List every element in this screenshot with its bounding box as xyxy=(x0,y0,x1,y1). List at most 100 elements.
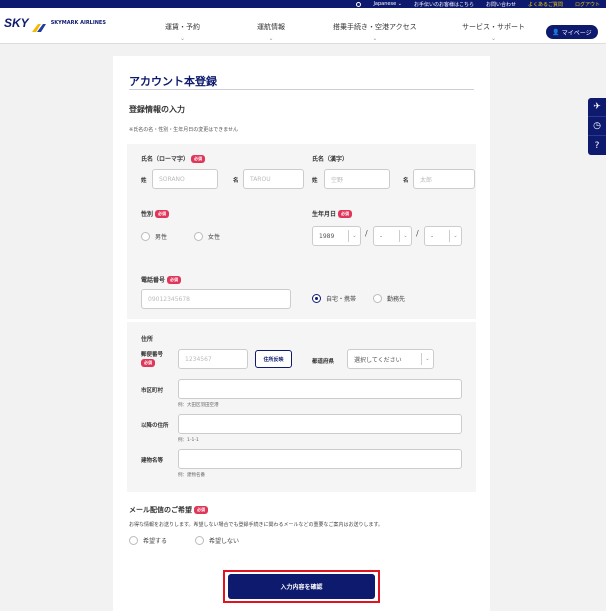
confirm-input-button[interactable]: 入力内容を確認 xyxy=(228,574,375,599)
phone-input[interactable]: 09012345678 xyxy=(141,289,291,309)
first-name-roman-input[interactable]: TAROU xyxy=(243,169,304,189)
birthdate-label: 生年月日 必須 xyxy=(312,209,353,218)
topbar-link-logout[interactable]: ログアウト xyxy=(575,1,600,8)
label-text: 電話番号 xyxy=(141,277,166,284)
radio-label: 希望する xyxy=(143,538,168,545)
chevron-down-icon: ⌄ xyxy=(268,35,274,42)
topbar-link-contact[interactable]: お問い合わせ xyxy=(486,1,516,8)
form-note: ※氏名の名・性別・生年月日の変更はできません xyxy=(129,127,239,133)
required-badge: 必須 xyxy=(155,209,170,218)
site-header: SKY SKYMARK AIRLINES 運賃・予約 ⌄ 運航情報 ⌄ 搭乗手続き・… xyxy=(0,8,606,44)
mail-opt-in-radio[interactable]: 希望する xyxy=(129,536,167,545)
mail-opt-out-radio[interactable]: 希望しない xyxy=(195,536,239,545)
label-text: 氏名（ローマ字） xyxy=(141,156,190,163)
chevron-down-icon: ⌄ xyxy=(490,35,497,42)
label-text: 生年月日 xyxy=(312,211,337,218)
first-name-kanji-label: 名 xyxy=(403,178,409,184)
gender-male-radio[interactable]: 男性 xyxy=(141,232,167,241)
first-name-kanji-input[interactable]: 太郎 xyxy=(413,169,475,189)
title-divider xyxy=(129,89,474,90)
side-tab-bar: ✈ ◷ ? xyxy=(588,98,606,155)
radio-circle xyxy=(141,232,150,241)
name-roman-label: 氏名（ローマ字） 必須 xyxy=(141,154,206,163)
radio-label: 男性 xyxy=(155,234,168,241)
topbar-link-assist[interactable]: お手伝いのお客様はこちら xyxy=(414,1,474,8)
nav-fares-booking[interactable]: 運賃・予約 ⌄ xyxy=(165,22,200,42)
street-input[interactable] xyxy=(178,414,462,434)
required-badge: 必須 xyxy=(167,275,182,284)
chevron-down-icon: ⌄ xyxy=(348,230,360,242)
label-text: メール配信のご希望 xyxy=(129,506,192,514)
first-name-roman-label: 名 xyxy=(233,178,239,184)
gender-female-radio[interactable]: 女性 xyxy=(194,232,220,241)
radio-label: 勤務先 xyxy=(387,296,406,303)
skymark-logo[interactable]: SKY SKYMARK AIRLINES xyxy=(4,16,106,32)
chevron-down-icon: ⌄ xyxy=(372,35,378,42)
nav-label: サービス・サポート xyxy=(462,23,525,31)
section-title: 登録情報の入力 xyxy=(129,105,185,114)
birth-month-select[interactable]: - ⌄ xyxy=(373,226,412,246)
phone-type-work-radio[interactable]: 勤務先 xyxy=(373,294,405,303)
mail-preference-label: メール配信のご希望 必須 xyxy=(129,505,208,515)
help-icon[interactable]: ? xyxy=(588,136,606,155)
radio-circle xyxy=(373,294,382,303)
building-label: 建物名等 xyxy=(141,458,164,464)
nav-flight-status[interactable]: 運航情報 ⌄ xyxy=(257,22,285,42)
radio-label: 女性 xyxy=(208,234,221,241)
building-input[interactable] xyxy=(178,449,462,469)
search-icon[interactable] xyxy=(356,1,362,7)
last-name-kanji-label: 姓 xyxy=(312,178,318,184)
postal-code-input[interactable]: 1234567 xyxy=(178,349,248,369)
city-label: 市区町村 xyxy=(141,388,164,394)
nav-checkin-access[interactable]: 搭乗手続き・空港アクセス ⌄ xyxy=(333,22,417,42)
phone-panel: 電話番号 必須 09012345678 自宅・携帯 勤務先 xyxy=(127,269,476,319)
language-selector[interactable]: Japanese ⌄ xyxy=(373,1,401,7)
required-badge: 必須 xyxy=(191,154,206,163)
chevron-down-icon: ⌄ xyxy=(399,230,411,242)
gender-label: 性別 必須 xyxy=(141,209,170,218)
last-name-roman-input[interactable]: SORANO xyxy=(152,169,218,189)
address-lookup-button[interactable]: 住所反映 xyxy=(255,350,292,368)
nav-service-support[interactable]: サービス・サポート ⌄ xyxy=(462,22,525,42)
street-label: 以降の住所 xyxy=(141,423,169,429)
prefecture-select[interactable]: 選択してください ⌄ xyxy=(347,349,434,369)
select-value: - xyxy=(380,232,383,240)
last-name-roman-label: 姓 xyxy=(141,178,147,184)
nav-label: 運賃・予約 xyxy=(165,23,200,31)
select-value: - xyxy=(431,232,434,240)
city-input[interactable] xyxy=(178,379,462,399)
topbar-link-faq[interactable]: よくあるご質問 xyxy=(528,1,563,8)
page-title: アカウント本登録 xyxy=(129,75,217,88)
city-hint: 例：大田区羽田空港 xyxy=(178,403,219,408)
top-utility-bar: Japanese ⌄ お手伝いのお客様はこちら お問い合わせ よくあるご質問 ロ… xyxy=(0,0,606,8)
phone-type-home-radio[interactable]: 自宅・携帯 xyxy=(312,294,356,303)
postal-code-label: 郵便番号 xyxy=(141,352,164,358)
radio-circle xyxy=(312,294,321,303)
chevron-down-icon: ⌄ xyxy=(449,230,461,242)
required-badge: 必須 xyxy=(141,359,155,367)
birth-day-select[interactable]: - ⌄ xyxy=(424,226,462,246)
personal-info-panel: 氏名（ローマ字） 必須 姓 SORANO 名 TAROU 氏名（漢字） 姓 空野 … xyxy=(127,144,476,274)
logo-sky-text: SKY xyxy=(4,16,29,30)
street-hint: 例：1-1-1 xyxy=(178,438,199,443)
building-hint: 例：建物名番 xyxy=(178,473,205,478)
date-separator: / xyxy=(365,229,368,238)
phone-label: 電話番号 必須 xyxy=(141,275,182,284)
mypage-button[interactable]: 👤 マイページ xyxy=(546,25,598,39)
registration-card: アカウント本登録 登録情報の入力 ※氏名の名・性別・生年月日の変更はできません … xyxy=(113,56,490,611)
date-separator: / xyxy=(416,229,419,238)
address-panel: 住所 郵便番号 必須 1234567 住所反映 都道府県 選択してください ⌄ 市… xyxy=(127,322,476,492)
mypage-label: マイページ xyxy=(561,29,592,37)
address-label: 住所 xyxy=(141,336,154,343)
clock-icon[interactable]: ◷ xyxy=(588,117,606,136)
plane-icon[interactable]: ✈ xyxy=(588,98,606,117)
mail-description: お得な情報をお送りします。希望しない場合でも登録手続きに関わるメールなどの重要な… xyxy=(129,522,384,528)
nav-label: 搭乗手続き・空港アクセス xyxy=(333,23,417,31)
chevron-down-icon: ⌄ xyxy=(421,353,433,365)
birth-year-select[interactable]: 1989 ⌄ xyxy=(312,226,361,246)
radio-circle xyxy=(129,536,138,545)
radio-label: 希望しない xyxy=(209,538,240,545)
select-value: 1989 xyxy=(319,232,335,240)
label-text: 性別 xyxy=(141,211,154,218)
last-name-kanji-input[interactable]: 空野 xyxy=(324,169,390,189)
